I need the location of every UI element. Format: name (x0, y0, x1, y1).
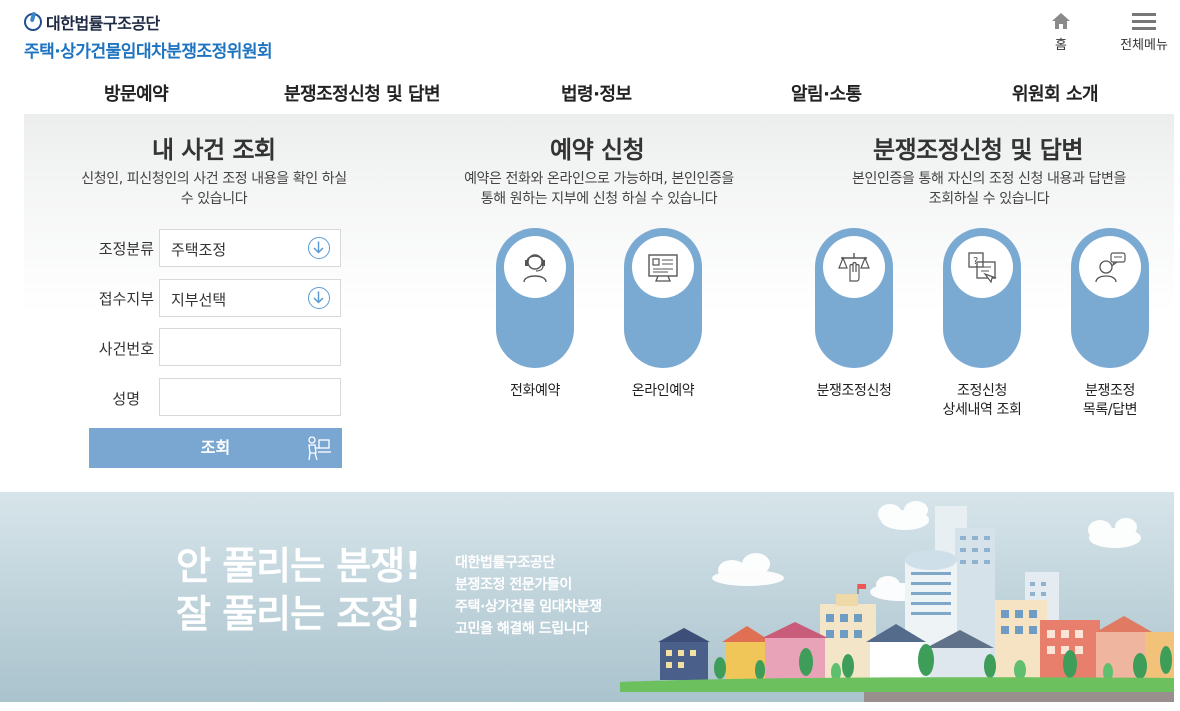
nav-item-dispute-application[interactable]: 분쟁조정신청 및 답변 (284, 80, 441, 106)
dispute-list-button[interactable] (1071, 228, 1149, 368)
home-icon (1052, 13, 1070, 29)
case-number-input[interactable] (159, 328, 341, 366)
online-reservation-label: 온라인예약 (631, 383, 695, 399)
banner-sub-line4: 고민을 해결해 드립니다 (455, 621, 589, 637)
headset-agent-icon (523, 254, 547, 283)
promo-banner[interactable]: 안 풀리는 분쟁! 잘 풀리는 조정! 대한법률구조공단 분쟁조정 전문가들이 … (0, 492, 1174, 702)
application-detail-label-line2: 상세내역 조회 (942, 402, 1022, 418)
application-detail-label-line1: 조정신청 (957, 383, 1007, 399)
site-logo[interactable]: 대한법률구조공단 주택·상가건물임대차분쟁조정위원회 (24, 10, 273, 62)
dispute-title: 분쟁조정신청 및 답변 (873, 136, 1083, 164)
all-menu-button[interactable]: 전체메뉴 (1113, 12, 1175, 53)
logo-committee-name: 주택·상가건물임대차분쟁조정위원회 (24, 42, 273, 62)
document-search-icon: ? (968, 252, 997, 284)
name-label: 성명 (112, 390, 140, 408)
person-speech-icon (1095, 252, 1126, 283)
banner-sub-line1: 대한법률구조공단 (455, 555, 555, 571)
reservation-title: 예약 신청 (550, 136, 645, 164)
main-content: 내 사건 조회 신청인, 피신청인의 사건 조정 내용을 확인 하실 수 있습니… (24, 114, 1174, 492)
nav-item-visit-reservation[interactable]: 방문예약 (104, 80, 169, 106)
dispute-desc-line1: 본인인증을 통해 자신의 조정 신청 내용과 답변을 (852, 171, 1126, 187)
banner-headline-line2: 잘 풀리는 조정! (176, 592, 422, 636)
site-header: 대한법률구조공단 주택·상가건물임대차분쟁조정위원회 홈 전체메뉴 (0, 0, 1180, 70)
mediation-type-select[interactable]: 주택조정 (159, 229, 341, 267)
dispute-application-label: 분쟁조정신청 (816, 383, 892, 399)
hamburger-menu-icon (1132, 13, 1156, 30)
case-lookup-desc-line1: 신청인, 피신청인의 사건 조정 내용을 확인 하실 (81, 171, 347, 187)
all-menu-label: 전체메뉴 (1120, 38, 1168, 53)
dispute-application-button[interactable] (815, 228, 893, 368)
application-detail-button[interactable]: ? (943, 228, 1021, 368)
city-illustration (620, 501, 1174, 702)
branch-label: 접수지부 (98, 290, 154, 308)
person-at-desk-icon (308, 436, 331, 461)
lookup-button[interactable]: 조회 (89, 428, 342, 468)
nav-item-committee-intro[interactable]: 위원회 소개 (1012, 80, 1099, 106)
banner-sub-line2: 분쟁조정 전문가들이 (455, 577, 572, 593)
home-button[interactable]: 홈 (1046, 12, 1076, 53)
online-reservation-button[interactable] (624, 228, 702, 368)
branch-select[interactable]: 지부선택 (159, 279, 341, 317)
phone-reservation-label: 전화예약 (510, 383, 560, 399)
dispute-desc-line2: 조회하실 수 있습니다 (928, 191, 1050, 207)
name-input[interactable] (159, 378, 341, 416)
banner-headline-line1: 안 풀리는 분쟁! (176, 544, 422, 588)
reservation-desc-line1: 예약은 전화와 온라인으로 가능하며, 본인인증을 (464, 171, 734, 187)
chevron-down-icon (308, 287, 330, 309)
case-lookup-title: 내 사건 조회 (152, 136, 276, 164)
nav-item-notice[interactable]: 알림·소통 (791, 80, 862, 106)
scale-hand-icon (838, 253, 870, 282)
main-nav: 방문예약 분쟁조정신청 및 답변 법령·정보 알림·소통 위원회 소개 (0, 70, 1180, 114)
logo-org-name: 대한법률구조공단 (46, 14, 160, 33)
chevron-down-icon (308, 237, 330, 259)
home-label: 홈 (1055, 38, 1067, 53)
mediation-type-label: 조정분류 (98, 240, 154, 258)
online-form-icon (648, 254, 678, 282)
lookup-button-label: 조회 (200, 438, 231, 457)
logo-emblem-icon (24, 13, 42, 31)
dispute-list-label-line1: 분쟁조정 (1085, 383, 1135, 399)
mediation-type-value: 주택조정 (171, 241, 227, 259)
reservation-desc-line2: 통해 원하는 지부에 신청 하실 수 있습니다 (480, 191, 718, 207)
branch-value: 지부선택 (171, 291, 227, 309)
case-lookup-desc-line2: 수 있습니다 (180, 191, 248, 207)
case-number-label: 사건번호 (98, 340, 154, 358)
phone-reservation-button[interactable] (496, 228, 574, 368)
nav-item-law-info[interactable]: 법령·정보 (561, 80, 632, 106)
banner-sub-line3: 주택·상가건물 임대차분쟁 (455, 599, 602, 615)
dispute-list-label-line2: 목록/답변 (1082, 402, 1138, 418)
